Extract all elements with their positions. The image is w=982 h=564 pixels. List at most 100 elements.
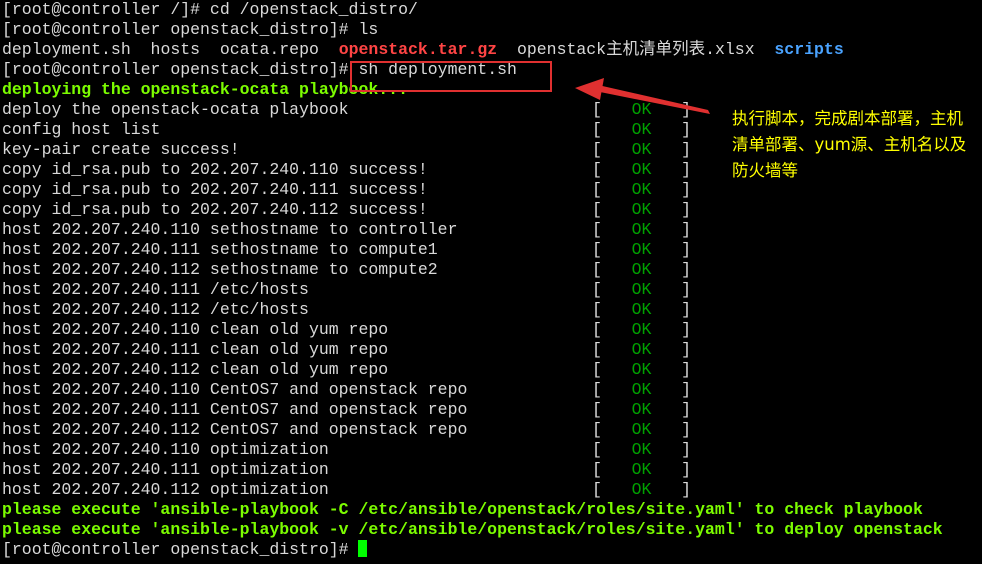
status-badge: [ OK ]: [592, 260, 691, 280]
final-message-check: please execute 'ansible-playbook -C /etc…: [2, 500, 923, 519]
status-badge: [ OK ]: [592, 440, 691, 460]
terminal-line-cd: [root@controller /]# cd /openstack_distr…: [2, 0, 418, 19]
status-ok: OK: [631, 400, 652, 419]
status-open: [: [592, 160, 632, 179]
status-open: [: [592, 400, 632, 419]
status-close: ]: [651, 220, 692, 239]
status-ok: OK: [631, 220, 652, 239]
file-deployment-sh: deployment.sh: [2, 40, 131, 59]
status-close: ]: [651, 160, 692, 179]
task-text: deploy the openstack-ocata playbook: [2, 100, 349, 119]
annotation-text: 执行脚本，完成剧本部署，主机清单部署、yum源、主机名以及防火墙等: [732, 109, 967, 180]
status-ok: OK: [631, 240, 652, 259]
status-close: ]: [651, 320, 692, 339]
status-close: ]: [651, 360, 692, 379]
task-line: host 202.207.240.111 sethostname to comp…: [2, 240, 980, 260]
status-open: [: [592, 440, 632, 459]
status-ok: OK: [631, 440, 652, 459]
status-open: [: [592, 320, 632, 339]
file-ocata-repo: ocata.repo: [219, 40, 319, 59]
status-ok: OK: [631, 480, 652, 499]
status-open: [: [592, 360, 632, 379]
status-close: ]: [651, 140, 692, 159]
prompt: [root@controller openstack_distro]#: [2, 540, 349, 559]
status-ok: OK: [631, 260, 652, 279]
status-ok: OK: [631, 460, 652, 479]
task-text: host 202.207.240.112 /etc/hosts: [2, 300, 309, 319]
status-close: ]: [651, 100, 692, 119]
status-ok: OK: [631, 180, 652, 199]
final-message-deploy: please execute 'ansible-playbook -v /etc…: [2, 520, 943, 539]
status-badge: [ OK ]: [592, 480, 691, 500]
task-text: copy id_rsa.pub to 202.207.240.110 succe…: [2, 160, 428, 179]
task-text: copy id_rsa.pub to 202.207.240.111 succe…: [2, 180, 428, 199]
status-ok: OK: [631, 200, 652, 219]
status-open: [: [592, 340, 632, 359]
status-ok: OK: [631, 140, 652, 159]
status-ok: OK: [631, 120, 652, 139]
terminal-line-prompt[interactable]: [root@controller openstack_distro]#: [2, 540, 980, 560]
task-text: host 202.207.240.110 CentOS7 and opensta…: [2, 380, 468, 399]
status-badge: [ OK ]: [592, 220, 691, 240]
file-openstack-tar-gz: openstack.tar.gz: [338, 40, 498, 59]
task-text: host 202.207.240.111 CentOS7 and opensta…: [2, 400, 468, 419]
status-open: [: [592, 140, 632, 159]
status-badge: [ OK ]: [592, 140, 691, 160]
status-badge: [ OK ]: [592, 460, 691, 480]
status-close: ]: [651, 200, 692, 219]
status-open: [: [592, 220, 632, 239]
status-close: ]: [651, 460, 692, 479]
task-text: host 202.207.240.112 sethostname to comp…: [2, 260, 438, 279]
task-line: host 202.207.240.111 /etc/hosts [ OK ]: [2, 280, 980, 300]
status-open: [: [592, 260, 632, 279]
task-text: host 202.207.240.110 optimization: [2, 440, 329, 459]
status-open: [: [592, 200, 632, 219]
status-close: ]: [651, 240, 692, 259]
status-close: ]: [651, 480, 692, 499]
task-text: key-pair create success!: [2, 140, 240, 159]
task-line: host 202.207.240.110 CentOS7 and opensta…: [2, 380, 980, 400]
status-close: ]: [651, 260, 692, 279]
status-badge: [ OK ]: [592, 400, 691, 420]
status-badge: [ OK ]: [592, 180, 691, 200]
ls-output: deployment.sh hosts ocata.repo openstack…: [2, 40, 980, 60]
status-ok: OK: [631, 420, 652, 439]
status-ok: OK: [631, 340, 652, 359]
status-badge: [ OK ]: [592, 360, 691, 380]
status-ok: OK: [631, 300, 652, 319]
status-badge: [ OK ]: [592, 160, 691, 180]
status-badge: [ OK ]: [592, 380, 691, 400]
status-badge: [ OK ]: [592, 280, 691, 300]
status-open: [: [592, 180, 632, 199]
status-open: [: [592, 300, 632, 319]
file-hosts: hosts: [150, 40, 201, 59]
status-badge: [ OK ]: [592, 420, 691, 440]
status-ok: OK: [631, 360, 652, 379]
file-xlsx: openstack主机清单列表.xlsx: [516, 40, 755, 59]
status-ok: OK: [631, 380, 652, 399]
status-badge: [ OK ]: [592, 340, 691, 360]
status-badge: [ OK ]: [592, 200, 691, 220]
task-text: host 202.207.240.111 sethostname to comp…: [2, 240, 438, 259]
task-line: host 202.207.240.111 CentOS7 and opensta…: [2, 400, 980, 420]
status-open: [: [592, 480, 632, 499]
task-text: copy id_rsa.pub to 202.207.240.112 succe…: [2, 200, 428, 219]
task-text: host 202.207.240.110 sethostname to cont…: [2, 220, 458, 239]
cursor-block: [358, 540, 368, 557]
status-ok: OK: [631, 280, 652, 299]
status-badge: [ OK ]: [592, 120, 691, 140]
task-line: host 202.207.240.112 sethostname to comp…: [2, 260, 980, 280]
task-text: host 202.207.240.110 clean old yum repo: [2, 320, 389, 339]
status-close: ]: [651, 400, 692, 419]
status-badge: [ OK ]: [592, 300, 691, 320]
task-text: host 202.207.240.111 optimization: [2, 460, 329, 479]
task-text: host 202.207.240.112 clean old yum repo: [2, 360, 389, 379]
task-text: host 202.207.240.112 CentOS7 and opensta…: [2, 420, 468, 439]
task-line: host 202.207.240.111 optimization [ OK ]: [2, 460, 980, 480]
status-badge: [ OK ]: [592, 240, 691, 260]
task-text: host 202.207.240.112 optimization: [2, 480, 329, 499]
status-badge: [ OK ]: [592, 320, 691, 340]
status-open: [: [592, 120, 632, 139]
status-close: ]: [651, 300, 692, 319]
status-open: [: [592, 100, 632, 119]
